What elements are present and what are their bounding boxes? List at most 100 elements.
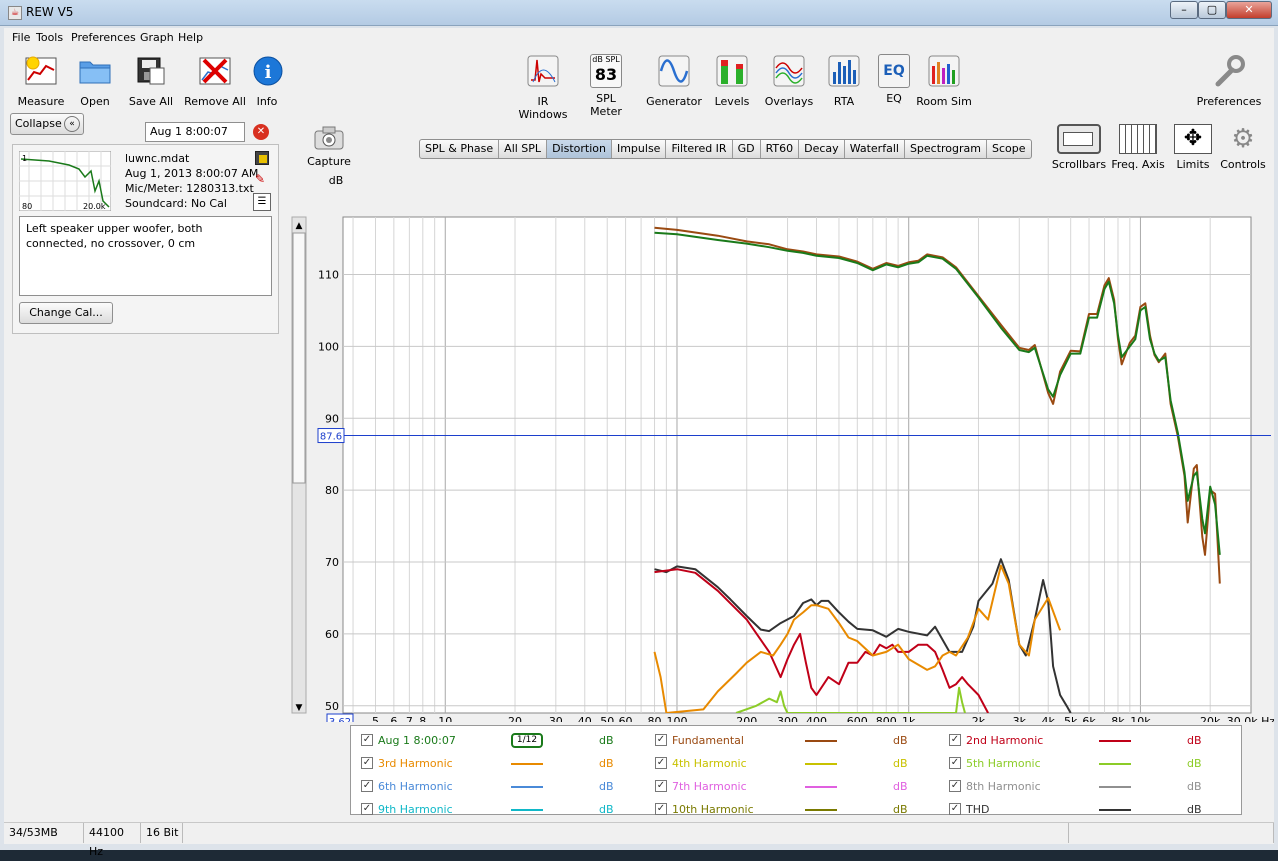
measurement-thumbnail[interactable]: 1 80 20.0k xyxy=(19,151,111,211)
tab-filtered-ir[interactable]: Filtered IR xyxy=(666,140,733,158)
scrollbars-button[interactable]: Scrollbars xyxy=(1048,124,1110,171)
tab-scope[interactable]: Scope xyxy=(987,140,1031,158)
legend-name[interactable]: Fundamental xyxy=(672,734,744,747)
legend-name[interactable]: 9th Harmonic xyxy=(378,803,453,816)
y-tick-label: 50 xyxy=(325,700,339,713)
menu-graph[interactable]: Graph xyxy=(140,31,174,44)
menu-preferences[interactable]: Preferences xyxy=(71,31,136,44)
legend-name[interactable]: 2nd Harmonic xyxy=(966,734,1043,747)
legend-unit: dB xyxy=(1187,780,1202,793)
ir-windows-button[interactable]: IR Windows xyxy=(512,54,574,121)
capture-button[interactable]: Capture xyxy=(304,126,354,168)
legend-checkbox[interactable]: ✓ xyxy=(361,757,373,769)
levels-button[interactable]: Levels xyxy=(710,54,754,108)
legend-checkbox[interactable]: ✓ xyxy=(949,803,961,815)
limits-icon: ✥ xyxy=(1174,124,1212,154)
scroll-up-icon[interactable]: ▲ xyxy=(296,221,303,231)
legend-checkbox[interactable]: ✓ xyxy=(655,780,667,792)
legend-checkbox[interactable]: ✓ xyxy=(655,734,667,746)
generator-button[interactable]: Generator xyxy=(646,54,702,108)
collapse-button[interactable]: Collapse « xyxy=(10,113,84,135)
close-window-icon[interactable]: ✕ xyxy=(1226,1,1272,19)
tab-distortion[interactable]: Distortion xyxy=(547,140,612,158)
generator-label: Generator xyxy=(646,95,702,108)
x-tick-label: 300 xyxy=(777,715,798,722)
levels-label: Levels xyxy=(714,95,750,108)
info-sheet-icon[interactable]: ☰ xyxy=(253,193,271,211)
info-button[interactable]: i Info xyxy=(252,54,283,108)
preferences-button[interactable]: Preferences xyxy=(1194,54,1264,108)
legend-name[interactable]: Aug 1 8:00:07 xyxy=(378,734,456,747)
limits-button[interactable]: ✥ Limits xyxy=(1170,124,1216,171)
legend-name[interactable]: 4th Harmonic xyxy=(672,757,747,770)
measurement-date: Aug 1, 2013 8:00:07 AM xyxy=(125,167,259,180)
gear-icon: ⚙ xyxy=(1231,124,1255,154)
tab-decay[interactable]: Decay xyxy=(799,140,845,158)
legend-checkbox[interactable]: ✓ xyxy=(949,780,961,792)
tab-rt60[interactable]: RT60 xyxy=(761,140,800,158)
x-tick-label: 30.0k Hz xyxy=(1227,715,1274,722)
rta-button[interactable]: RTA xyxy=(826,54,862,108)
legend-name[interactable]: 7th Harmonic xyxy=(672,780,747,793)
y-tick-label: 70 xyxy=(325,556,339,569)
scroll-down-icon[interactable]: ▼ xyxy=(296,703,303,713)
legend-unit: dB xyxy=(1187,734,1202,747)
menu-file[interactable]: File xyxy=(12,31,30,44)
legend-checkbox[interactable]: ✓ xyxy=(361,734,373,746)
tab-gd[interactable]: GD xyxy=(733,140,761,158)
legend-name[interactable]: THD xyxy=(966,803,989,816)
measurement-notes[interactable]: Left speaker upper woofer, both connecte… xyxy=(19,216,272,296)
remove-measurement-icon[interactable]: ✕ xyxy=(253,124,269,140)
thumb-top-label: 1 xyxy=(22,154,27,163)
measurement-name-field[interactable]: Aug 1 8:00:07 xyxy=(145,122,245,142)
legend-name[interactable]: 8th Harmonic xyxy=(966,780,1041,793)
tab-spectrogram[interactable]: Spectrogram xyxy=(905,140,988,158)
legend-checkbox[interactable]: ✓ xyxy=(949,734,961,746)
y-tick-label: 90 xyxy=(325,412,339,425)
legend-checkbox[interactable]: ✓ xyxy=(361,780,373,792)
vertical-scroll-thumb[interactable] xyxy=(292,232,306,484)
legend-checkbox[interactable]: ✓ xyxy=(655,757,667,769)
overlays-button[interactable]: Overlays xyxy=(764,54,814,108)
tab-waterfall[interactable]: Waterfall xyxy=(845,140,905,158)
eq-button[interactable]: EQ EQ xyxy=(876,54,912,105)
edit-pen-icon[interactable]: ✎ xyxy=(255,173,269,187)
legend-checkbox[interactable]: ✓ xyxy=(949,757,961,769)
x-tick-label: 80 xyxy=(648,715,662,722)
tab-impulse[interactable]: Impulse xyxy=(612,140,667,158)
legend-checkbox[interactable]: ✓ xyxy=(361,803,373,815)
x-tick-label: 10 xyxy=(438,715,452,722)
legend-name[interactable]: 6th Harmonic xyxy=(378,780,453,793)
x-tick-label: 100 xyxy=(666,715,687,722)
freq-axis-button[interactable]: Freq. Axis xyxy=(1110,124,1166,171)
x-tick-label: 40 xyxy=(578,715,592,722)
legend-unit: dB xyxy=(599,757,614,770)
maximize-icon[interactable]: ▢ xyxy=(1198,1,1226,19)
legend-name[interactable]: 10th Harmonic xyxy=(672,803,754,816)
tab-spl-phase[interactable]: SPL & Phase xyxy=(420,140,500,158)
smoothing-indicator[interactable]: 1/12 xyxy=(511,733,543,748)
legend-name[interactable]: 3rd Harmonic xyxy=(378,757,453,770)
minimize-icon[interactable]: – xyxy=(1170,1,1198,19)
legend-name[interactable]: 5th Harmonic xyxy=(966,757,1041,770)
distortion-graph[interactable]: 50 60 70 80 90 100 110 dB 5 6 7 8 10 20 30 40 50 60 80 100 2… xyxy=(284,170,1274,722)
controls-button[interactable]: ⚙ Controls xyxy=(1220,124,1266,171)
menu-help[interactable]: Help xyxy=(178,31,203,44)
measurement-info: luwnc.mdat Aug 1, 2013 8:00:07 AM Mic/Me… xyxy=(125,151,258,211)
tab-all-spl[interactable]: All SPL xyxy=(499,140,548,158)
graph-tabs: SPL & Phase All SPL Distortion Impulse F… xyxy=(419,139,1032,159)
spl-meter-button[interactable]: dB SPL 83 SPL Meter xyxy=(580,54,632,118)
y-tick-label: 80 xyxy=(325,484,339,497)
room-sim-button[interactable]: Room Sim xyxy=(916,54,972,108)
legend-checkbox[interactable]: ✓ xyxy=(655,803,667,815)
collapse-icon: « xyxy=(64,116,80,132)
change-cal-button[interactable]: Change Cal... xyxy=(19,302,113,324)
java-app-icon: ☕ xyxy=(8,6,22,20)
remove-all-button[interactable]: Remove All xyxy=(184,54,246,108)
save-all-button[interactable]: Save All xyxy=(126,54,176,108)
edit-color-icon[interactable] xyxy=(255,151,269,165)
measure-button[interactable]: Measure xyxy=(16,54,66,108)
y-tick-label: 110 xyxy=(318,269,339,282)
menu-tools[interactable]: Tools xyxy=(36,31,63,44)
open-button[interactable]: Open xyxy=(74,54,116,108)
